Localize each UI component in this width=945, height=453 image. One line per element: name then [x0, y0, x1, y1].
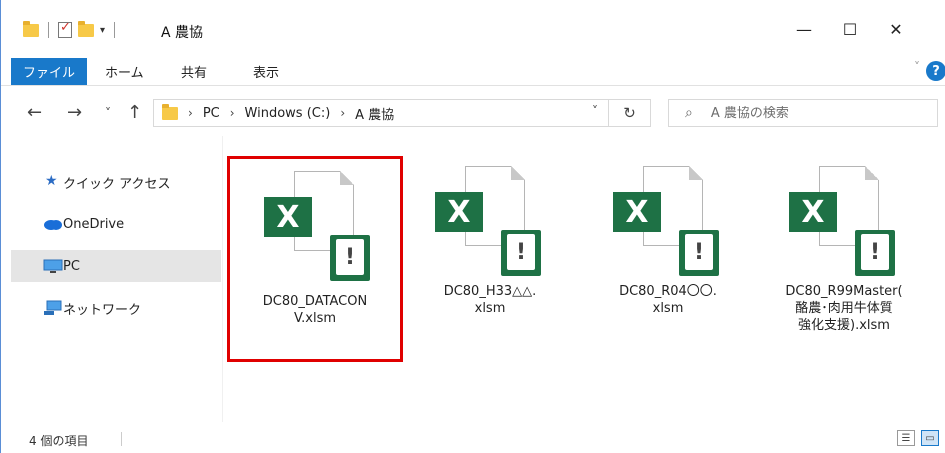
monitor-icon	[43, 259, 63, 273]
breadcrumb-folder[interactable]: A 農協	[355, 104, 394, 123]
sidebar-item-pc[interactable]: PC	[11, 250, 221, 282]
explorer-window: ▾ A 農協 — ☐ ✕ ファイル ホーム 共有 表示 ˅ ? ← → ˅ ↑ …	[0, 0, 945, 453]
excel-macro-file-icon: X !	[264, 171, 370, 281]
tab-share[interactable]: 共有	[181, 62, 207, 81]
sidebar-item-quick-access[interactable]: ★ クイック アクセス	[11, 166, 221, 198]
tab-file[interactable]: ファイル	[11, 58, 87, 85]
file-name: DC80_R04〇〇. xlsm	[619, 284, 717, 316]
file-item[interactable]: X ! DC80_H33△△. xlsm	[415, 156, 565, 336]
window-title: A 農協	[161, 25, 204, 41]
folder-icon	[23, 20, 39, 37]
up-button[interactable]: ↑	[127, 102, 142, 123]
breadcrumb-chevron-icon[interactable]: ›	[230, 106, 235, 120]
ribbon-tabs: ファイル ホーム 共有 表示 ˅ ?	[1, 58, 945, 86]
network-icon	[44, 300, 62, 315]
toolbar-separator	[114, 22, 116, 38]
close-button[interactable]: ✕	[873, 14, 919, 44]
properties-icon[interactable]	[58, 20, 72, 38]
excel-macro-file-icon: X !	[613, 166, 719, 276]
window-controls: — ☐ ✕	[781, 14, 919, 44]
file-item[interactable]: X ! DC80_R04〇〇. xlsm	[593, 156, 743, 336]
excel-icon: X	[613, 192, 661, 232]
breadcrumb-chevron-icon[interactable]: ›	[340, 106, 345, 120]
quick-access-toolbar: ▾	[23, 20, 118, 38]
macro-warning-icon: !	[855, 230, 895, 276]
minimize-button[interactable]: —	[781, 14, 827, 44]
macro-warning-icon: !	[679, 230, 719, 276]
search-icon: ⌕	[685, 105, 693, 121]
sidebar-item-label: OneDrive	[63, 216, 125, 232]
back-button[interactable]: ←	[27, 102, 42, 123]
forward-button[interactable]: →	[67, 102, 82, 123]
excel-icon: X	[264, 197, 312, 237]
sidebar-item-network[interactable]: ネットワーク	[11, 292, 221, 324]
excel-icon: X	[789, 192, 837, 232]
breadcrumb-pc[interactable]: PC	[203, 106, 220, 121]
expand-ribbon-chevron-icon[interactable]: ˅	[914, 60, 920, 74]
navigation-bar: ← → ˅ ↑ › PC › Windows (C:) › A 農協 ˅ ↻ ⌕	[1, 92, 945, 136]
breadcrumb-drive[interactable]: Windows (C:)	[245, 106, 331, 121]
sidebar-item-label: PC	[63, 258, 80, 274]
file-name: DC80_H33△△. xlsm	[443, 284, 537, 316]
customize-toolbar-chevron-icon[interactable]: ▾	[100, 25, 105, 36]
file-tile-container: X ! DC80_DATACON V.xlsm	[227, 156, 403, 362]
maximize-button[interactable]: ☐	[827, 14, 873, 44]
title-bar: ▾ A 農協 — ☐ ✕	[1, 0, 945, 58]
tab-home[interactable]: ホーム	[105, 62, 144, 81]
toolbar-separator	[48, 22, 49, 38]
file-name: DC80_R99Master( 酪農･肉用牛体質 強化支援).xlsm	[785, 284, 903, 333]
navigation-pane: ★ クイック アクセス OneDrive PC ネットワーク	[1, 136, 223, 422]
sidebar-item-onedrive[interactable]: OneDrive	[11, 208, 221, 240]
large-icons-view-button[interactable]: ▭	[921, 430, 939, 446]
recent-locations-button[interactable]: ˅	[105, 106, 111, 120]
file-item[interactable]: X ! DC80_R99Master( 酪農･肉用牛体質 強化支援).xlsm	[769, 156, 919, 336]
file-name: DC80_DATACON V.xlsm	[262, 294, 368, 326]
search-box[interactable]: ⌕	[668, 99, 938, 127]
breadcrumb-chevron-icon[interactable]: ›	[188, 106, 193, 120]
macro-warning-icon: !	[330, 235, 370, 281]
sidebar-item-label: ネットワーク	[63, 302, 142, 318]
file-list: X ! DC80_DATACON V.xlsm X ! DC80_H33△△. …	[223, 136, 945, 422]
search-input[interactable]	[710, 105, 911, 121]
address-bar[interactable]: › PC › Windows (C:) › A 農協 ˅	[153, 99, 609, 127]
excel-macro-file-icon: X !	[435, 166, 541, 276]
macro-warning-icon: !	[501, 230, 541, 276]
status-separator	[121, 432, 122, 446]
file-item[interactable]: X ! DC80_DATACON V.xlsm	[227, 156, 403, 362]
new-folder-icon[interactable]	[78, 20, 94, 37]
star-icon: ★	[45, 173, 58, 189]
tab-view[interactable]: 表示	[253, 62, 279, 81]
refresh-button[interactable]: ↻	[609, 99, 651, 127]
status-bar: 4 個の項目 ☰ ▭	[1, 422, 945, 453]
help-icon[interactable]: ?	[926, 61, 945, 81]
item-count: 4 個の項目	[29, 434, 89, 448]
address-history-chevron-icon[interactable]: ˅	[592, 104, 598, 118]
excel-icon: X	[435, 192, 483, 232]
cloud-icon	[44, 220, 62, 230]
excel-macro-file-icon: X !	[789, 166, 895, 276]
details-view-button[interactable]: ☰	[897, 430, 915, 446]
folder-icon	[162, 103, 178, 120]
sidebar-item-label: クイック アクセス	[63, 176, 171, 192]
